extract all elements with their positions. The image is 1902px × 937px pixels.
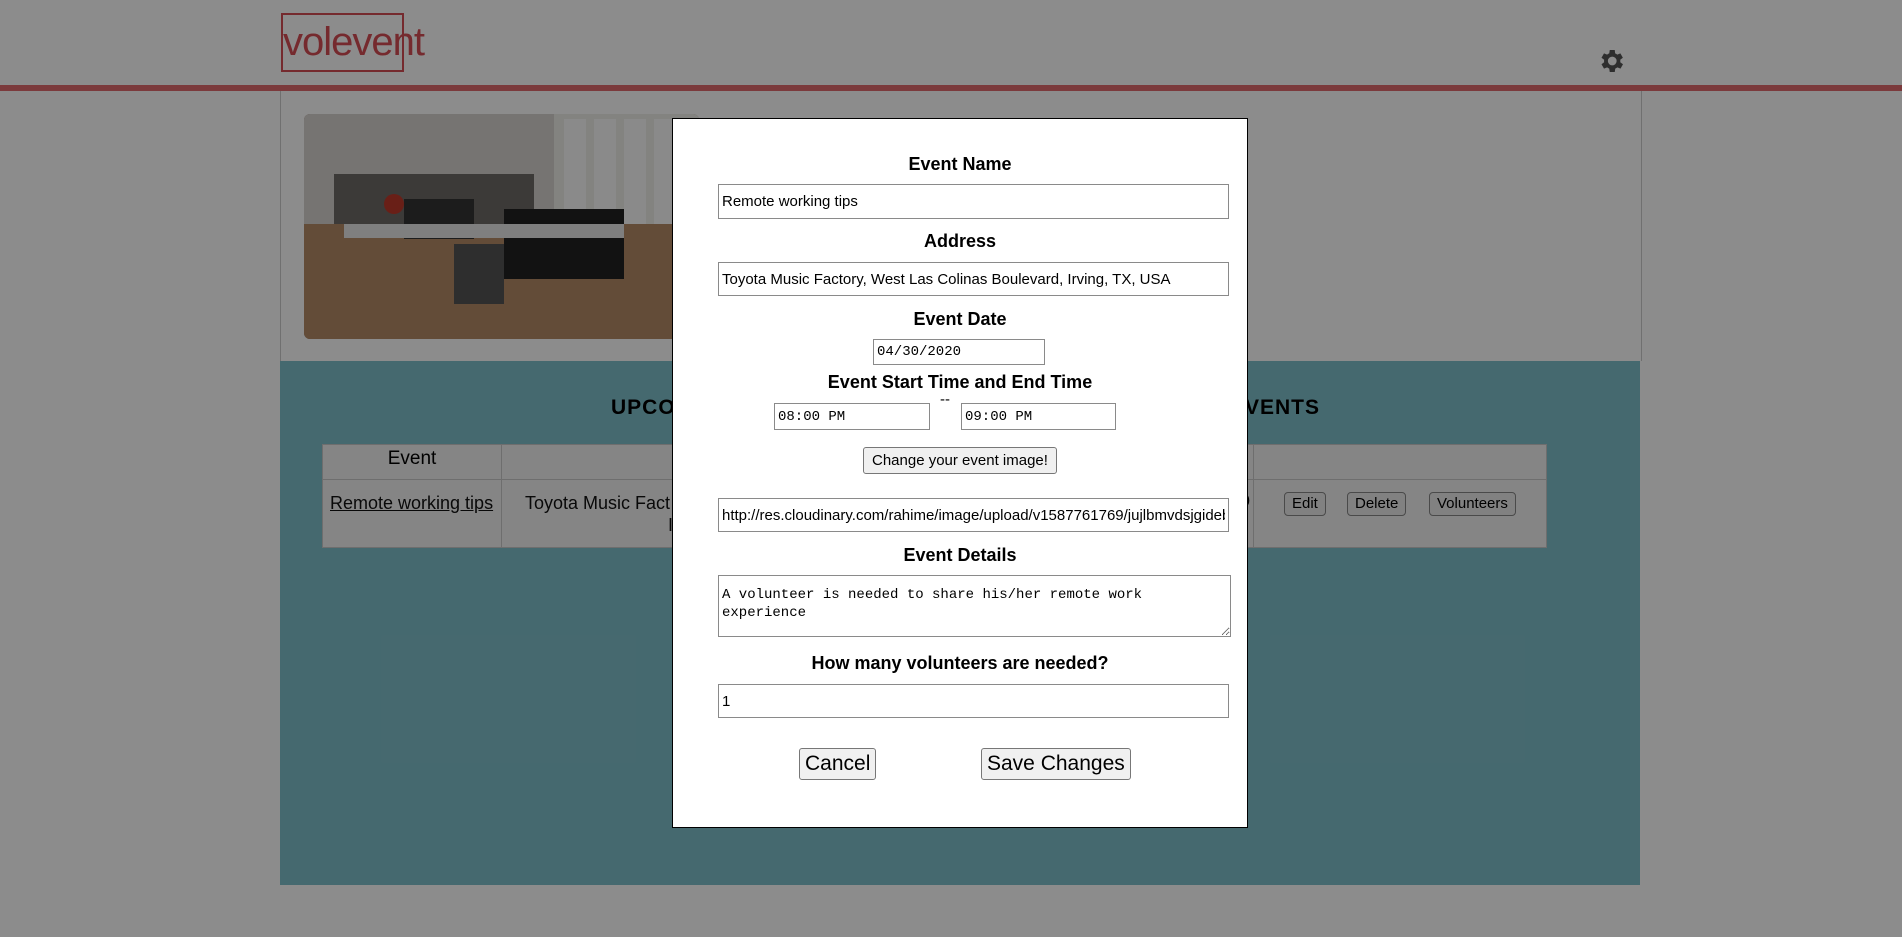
- event-date-field[interactable]: [873, 339, 1045, 365]
- end-time-field[interactable]: [961, 403, 1116, 430]
- volunteers-needed-field[interactable]: [718, 684, 1229, 718]
- image-url-field[interactable]: [718, 498, 1229, 532]
- change-image-button[interactable]: Change your event image!: [863, 447, 1057, 474]
- event-name-label: Event Name: [908, 154, 1012, 174]
- address-label: Address: [923, 231, 997, 251]
- volunteers-needed-label: How many volunteers are needed?: [811, 653, 1109, 673]
- time-separator: --: [940, 391, 950, 408]
- start-time-field[interactable]: [774, 403, 930, 430]
- event-time-label: Event Start Time and End Time: [827, 372, 1093, 392]
- event-name-field[interactable]: [718, 184, 1229, 219]
- edit-event-modal: Event Name Address Event Date Event Star…: [672, 118, 1248, 828]
- event-date-label: Event Date: [913, 309, 1007, 329]
- save-changes-button[interactable]: Save Changes: [981, 748, 1131, 780]
- cancel-button[interactable]: Cancel: [799, 748, 877, 780]
- event-details-field[interactable]: A volunteer is needed to share his/her r…: [718, 575, 1231, 637]
- address-field[interactable]: [718, 262, 1229, 296]
- event-details-label: Event Details: [903, 545, 1017, 565]
